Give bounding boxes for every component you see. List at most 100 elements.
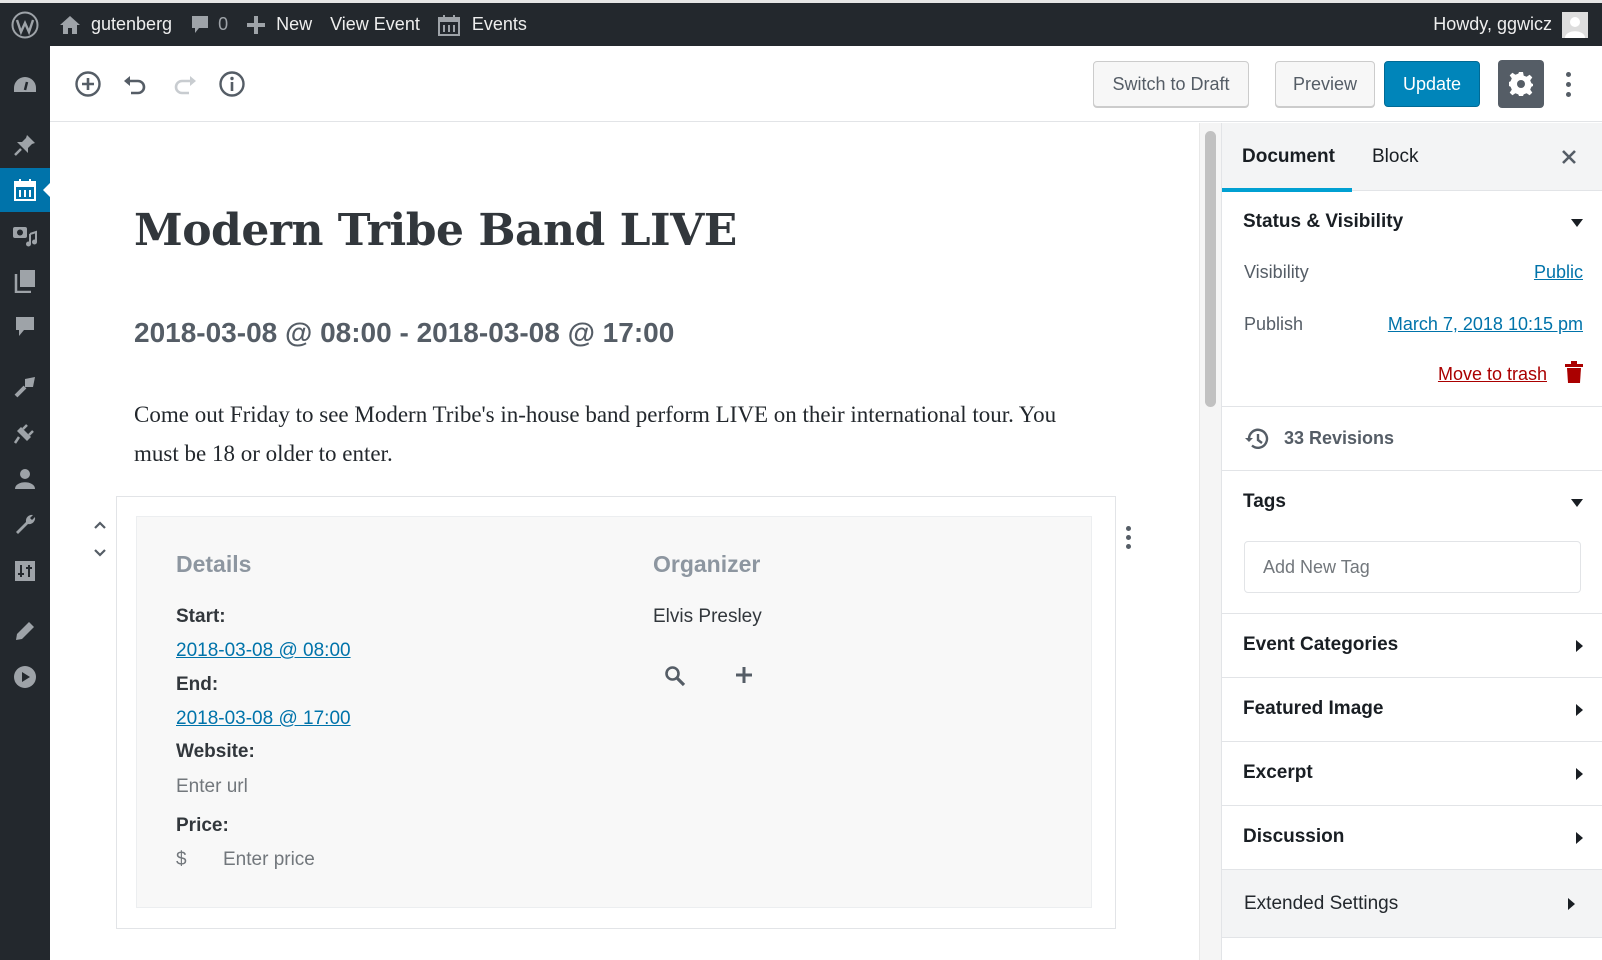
event-categories-toggle[interactable]: Event Categories [1243,634,1398,656]
caret-down-icon [1571,499,1583,507]
view-event-link[interactable]: View Event [321,3,429,46]
trash-icon [1565,361,1583,383]
update-button[interactable]: Update [1384,61,1480,107]
comments-count: 0 [218,14,229,34]
new-label: New [276,14,313,34]
dot [1125,525,1131,531]
discussion-panel[interactable]: Discussion [1222,806,1602,870]
revisions-panel[interactable]: 33 Revisions [1222,407,1602,471]
redo-icon [174,76,196,95]
move-up-button[interactable] [88,511,112,539]
events-link[interactable]: Events [429,3,536,46]
move-to-trash-button[interactable] [1565,361,1583,388]
media-icon [13,227,37,247]
website-label: Website: [176,741,255,762]
menu-comments[interactable] [0,305,50,349]
editor-header: Switch to Draft Preview Update [50,46,1602,122]
extended-settings-panel[interactable]: Extended Settings [1222,870,1602,938]
featured-image-panel[interactable]: Featured Image [1222,678,1602,742]
pencil-icon [16,622,34,640]
search-icon [665,666,686,687]
site-name-link[interactable]: gutenberg [50,3,181,46]
wordpress-icon [11,11,39,38]
chevron-down-icon [94,549,106,557]
new-content-link[interactable]: New [237,3,321,46]
close-sidebar-button[interactable] [1555,143,1583,171]
switch-to-draft-button[interactable]: Switch to Draft [1093,61,1249,107]
extended-settings-toggle[interactable]: Extended Settings [1244,893,1398,915]
pages-icon [14,270,35,293]
search-organizer-button[interactable] [664,665,690,691]
avatar [1562,11,1588,38]
event-dates-heading[interactable]: 2018-03-08 @ 08:00 - 2018-03-08 @ 17:00 [134,317,674,349]
sidebar-tabs: Document Block [1222,123,1602,192]
history-icon [1245,428,1269,449]
publish-date-link[interactable]: March 7, 2018 10:15 pm [1388,314,1583,335]
featured-image-toggle[interactable]: Featured Image [1243,698,1383,720]
menu-users[interactable] [0,457,50,501]
event-categories-panel[interactable]: Event Categories [1222,614,1602,678]
undo-button[interactable] [118,66,154,102]
comments-link[interactable]: 0 [181,3,237,46]
post-title[interactable]: Modern Tribe Band LIVE [134,205,737,256]
users-icon [15,469,35,489]
dot [1565,81,1571,87]
menu-dashboard[interactable] [0,63,50,107]
visibility-link[interactable]: Public [1534,262,1583,283]
start-date-link[interactable]: 2018-03-08 @ 08:00 [176,640,351,662]
excerpt-panel[interactable]: Excerpt [1222,742,1602,806]
my-account-link[interactable]: Howdy, ggwicz [1424,3,1602,46]
currency-symbol[interactable]: $ [176,849,187,871]
menu-events[interactable] [0,168,50,212]
menu-media[interactable] [0,214,50,258]
add-organizer-button[interactable] [734,665,760,691]
appearance-icon [14,377,35,398]
excerpt-toggle[interactable]: Excerpt [1243,762,1313,784]
dot [1565,91,1571,97]
more-menu-button[interactable] [1558,68,1578,100]
move-to-trash-link[interactable]: Move to trash [1438,364,1547,385]
dot [1125,534,1131,540]
pin-icon [14,135,35,156]
tools-icon [16,514,36,534]
tab-document[interactable]: Document [1222,123,1352,192]
end-date-link[interactable]: 2018-03-08 @ 17:00 [176,708,351,730]
block-settings-menu-button[interactable] [1118,519,1138,555]
tags-toggle[interactable]: Tags [1243,491,1286,513]
editor-canvas: Modern Tribe Band LIVE 2018-03-08 @ 08:0… [50,123,1175,960]
menu-plugins[interactable] [0,411,50,455]
home-icon [60,15,80,34]
scrollbar-thumb[interactable] [1205,131,1216,407]
add-new-tag-input[interactable]: Add New Tag [1244,541,1581,593]
caret-right-icon [1576,768,1583,780]
menu-edit[interactable] [0,609,50,653]
menu-settings[interactable] [0,549,50,593]
settings-toggle-button[interactable] [1498,60,1544,108]
organizer-name[interactable]: Elvis Presley [653,606,762,628]
tab-block[interactable]: Block [1372,123,1418,191]
undo-icon [124,76,146,95]
website-input[interactable]: Enter url [176,776,248,798]
menu-pages[interactable] [0,259,50,303]
status-visibility-toggle[interactable]: Status & Visibility [1243,211,1403,233]
post-description[interactable]: Come out Friday to see Modern Tribe's in… [134,395,1094,473]
info-button[interactable] [214,66,250,102]
menu-tools[interactable] [0,503,50,547]
close-icon [1562,150,1576,164]
revisions-count[interactable]: 33 Revisions [1284,428,1394,449]
wordpress-logo-button[interactable] [0,3,50,46]
menu-appearance[interactable] [0,365,50,409]
redo-button[interactable] [166,66,202,102]
end-label: End: [176,674,219,695]
menu-posts[interactable] [0,123,50,167]
menu-play[interactable] [0,655,50,699]
editor-scrollbar[interactable] [1199,123,1221,960]
preview-button[interactable]: Preview [1275,61,1375,107]
move-down-button[interactable] [88,539,112,567]
plugins-icon [13,424,34,444]
discussion-toggle[interactable]: Discussion [1243,826,1344,848]
price-input[interactable]: Enter price [223,849,315,871]
info-icon [219,71,245,97]
inserter-button[interactable] [70,66,106,102]
user-avatar-icon [1565,16,1585,38]
